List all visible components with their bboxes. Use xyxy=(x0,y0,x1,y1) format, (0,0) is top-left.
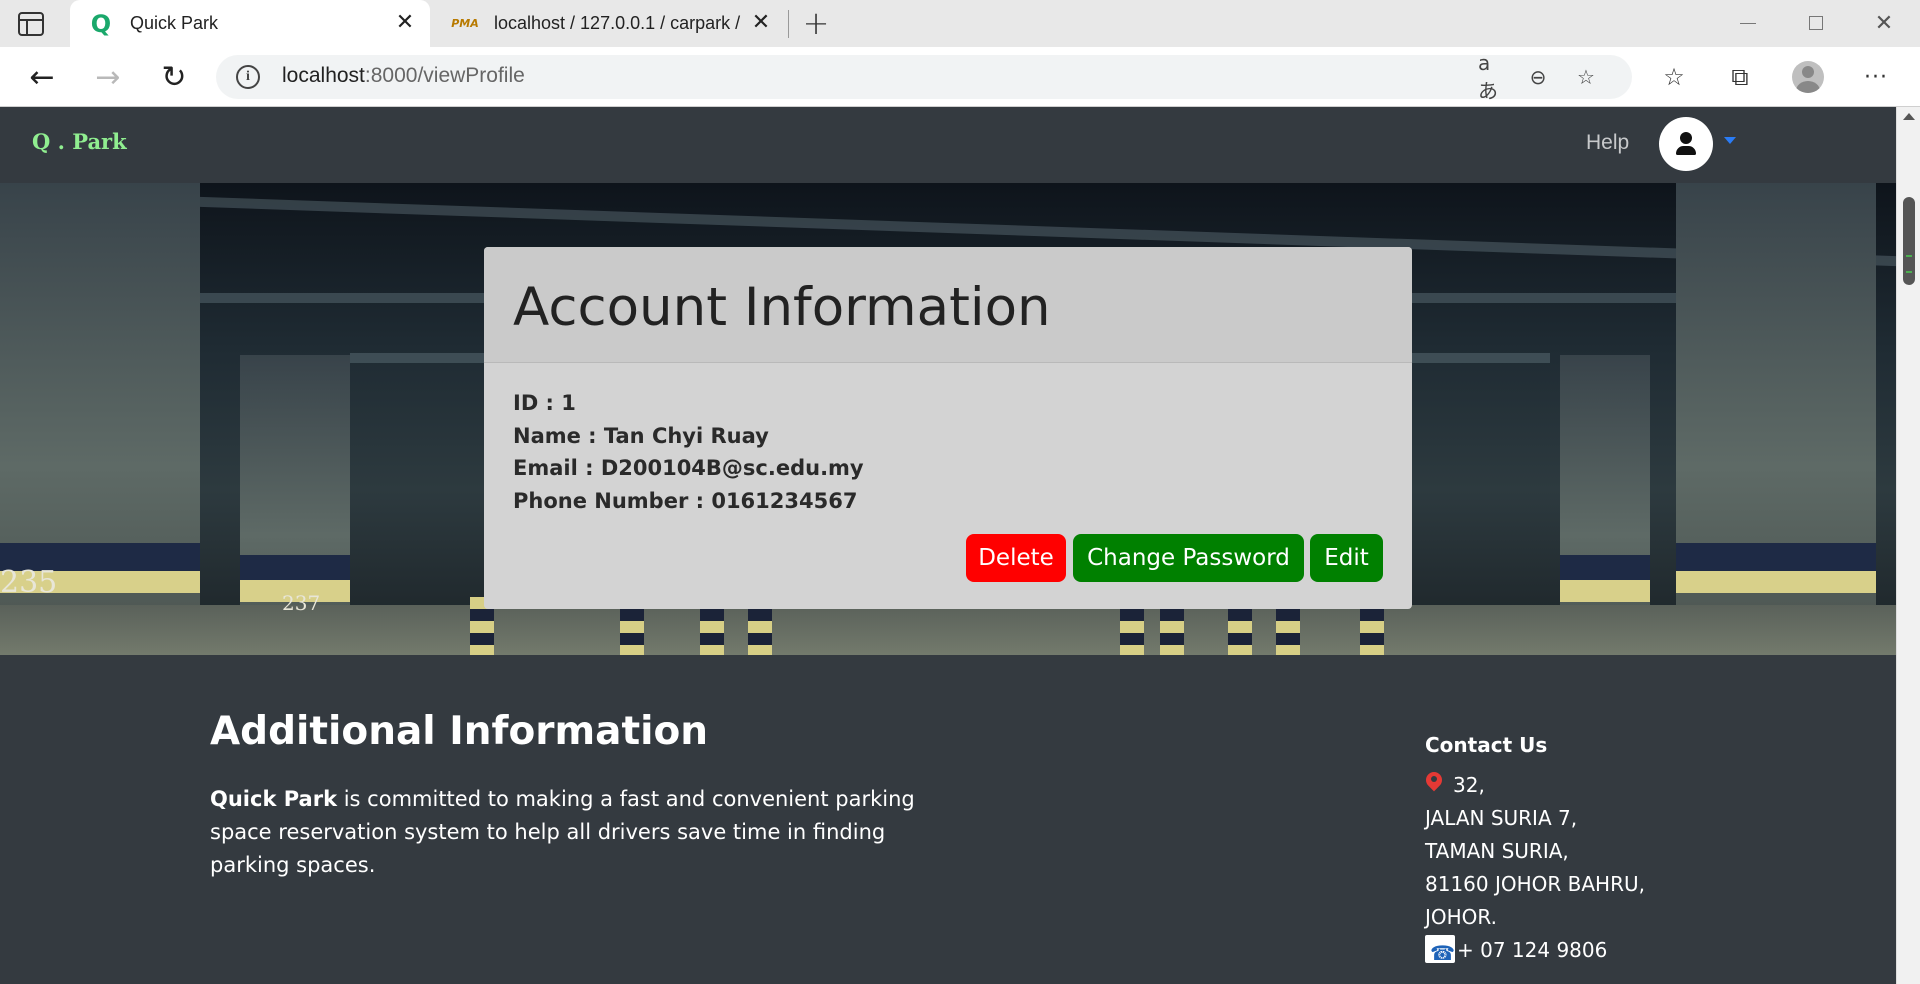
account-info-card: Account Information ID : 1 Name : Tan Ch… xyxy=(484,247,1412,609)
page-title: Account Information xyxy=(513,277,1051,338)
account-id: ID : 1 xyxy=(513,391,576,415)
window-close-icon[interactable]: ✕ xyxy=(1864,8,1904,38)
url-text[interactable]: localhost:8000/viewProfile xyxy=(282,64,525,88)
address-line: JALAN SURIA 7, xyxy=(1425,806,1578,830)
help-link[interactable]: Help xyxy=(1586,131,1629,155)
minimize-icon[interactable] xyxy=(1728,8,1768,38)
pillar-number: 237 xyxy=(282,591,321,615)
site-navbar: Q . Park Help xyxy=(0,107,1896,183)
edit-button[interactable]: Edit xyxy=(1310,534,1383,582)
footer: Additional Information Quick Park is com… xyxy=(0,655,1896,984)
account-email: Email : D200104B@sc.edu.my xyxy=(513,456,864,480)
parking-pillar xyxy=(1676,183,1876,655)
contact-details: 32, JALAN SURIA 7, TAMAN SURIA, 81160 JO… xyxy=(1425,769,1645,970)
tab-title: Quick Park xyxy=(130,13,219,33)
url-path: :8000/viewProfile xyxy=(364,64,525,87)
scrollbar-thumb[interactable] xyxy=(1903,197,1915,285)
address-line: 81160 JOHOR BAHRU, xyxy=(1425,872,1645,896)
tab-quick-park[interactable]: Q Quick Park ✕ xyxy=(70,0,430,47)
restore-icon[interactable] xyxy=(1796,8,1836,38)
tab-actions-icon[interactable] xyxy=(18,12,44,36)
chevron-down-icon[interactable] xyxy=(1724,137,1736,144)
phone-number: + 07 124 9806 xyxy=(1457,938,1608,962)
read-aloud-icon[interactable]: aあ xyxy=(1478,51,1506,103)
url-host: localhost xyxy=(282,64,365,87)
account-details: ID : 1 Name : Tan Chyi Ruay Email : D200… xyxy=(513,387,864,517)
change-password-button[interactable]: Change Password xyxy=(1073,534,1304,582)
account-name: Name : Tan Chyi Ruay xyxy=(513,423,769,448)
add-favorite-icon[interactable]: ☆ xyxy=(1572,63,1600,91)
location-pin-icon xyxy=(1425,772,1443,796)
forward-arrow-icon[interactable]: → xyxy=(90,59,126,95)
tab-phpmyadmin[interactable]: PMA localhost / 127.0.0.1 / carpark / r … xyxy=(434,0,786,47)
close-tab-icon[interactable]: ✕ xyxy=(394,12,416,34)
back-arrow-icon[interactable]: ← xyxy=(24,59,60,95)
address-line: TAMAN SURIA, xyxy=(1425,839,1569,863)
card-header: Account Information xyxy=(484,247,1412,363)
user-avatar-icon[interactable] xyxy=(1659,117,1713,171)
favorites-icon[interactable]: ☆ xyxy=(1658,61,1690,93)
zoom-out-icon[interactable]: ⊖ xyxy=(1524,63,1552,91)
browser-toolbar: ← → ↻ i localhost:8000/viewProfile aあ ⊖ … xyxy=(0,47,1920,107)
account-phone: Phone Number : 0161234567 xyxy=(513,488,858,513)
site-info-icon[interactable]: i xyxy=(236,65,260,89)
brand-logo[interactable]: Q . Park xyxy=(32,129,127,154)
quick-park-favicon-icon: Q xyxy=(90,9,112,38)
phone-icon xyxy=(1425,935,1455,970)
additional-info-text: Quick Park is committed to making a fast… xyxy=(210,783,930,882)
address-bar[interactable]: i localhost:8000/viewProfile aあ ⊖ ☆ xyxy=(216,51,1632,103)
scroll-up-icon[interactable] xyxy=(1903,113,1915,120)
tab-title: localhost / 127.0.0.1 / carpark / r xyxy=(494,13,744,33)
brand-name: Quick Park xyxy=(210,787,338,811)
browser-tabstrip: Q Quick Park ✕ PMA localhost / 127.0.0.1… xyxy=(0,0,1920,47)
pillar-number: 235 xyxy=(0,565,58,600)
contact-us-title: Contact Us xyxy=(1425,733,1548,757)
collections-icon[interactable]: ⧉ xyxy=(1724,61,1756,93)
new-tab-icon[interactable]: + xyxy=(800,7,832,40)
page-scrollbar[interactable] xyxy=(1896,107,1920,984)
tab-divider xyxy=(788,10,789,38)
address-line: JOHOR. xyxy=(1425,905,1497,929)
profile-avatar-icon[interactable] xyxy=(1792,61,1824,93)
additional-info-title: Additional Information xyxy=(210,709,709,754)
address-line: 32, xyxy=(1453,773,1485,797)
reload-icon[interactable]: ↻ xyxy=(156,59,192,95)
delete-button[interactable]: Delete xyxy=(966,534,1066,582)
more-options-icon[interactable]: ··· xyxy=(1860,61,1892,93)
close-tab-icon[interactable]: ✕ xyxy=(750,12,772,34)
page-viewport: Q . Park Help 235 237 Account Informatio… xyxy=(0,107,1896,984)
phpmyadmin-favicon-icon: PMA xyxy=(451,17,479,30)
